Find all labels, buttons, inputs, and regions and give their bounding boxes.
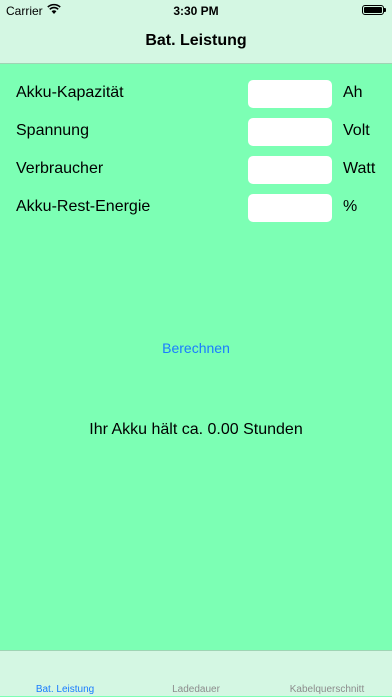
- tab-label: Kabelquerschnitt: [289, 684, 365, 695]
- capacity-row: Akku-Kapazität Ah: [16, 80, 382, 108]
- status-bar: Carrier 3:30 PM: [0, 0, 392, 20]
- voltage-label: Spannung: [16, 122, 89, 139]
- remaining-energy-label: Akku-Rest-Energie: [16, 198, 151, 215]
- voltage-row: Spannung Volt: [16, 118, 382, 146]
- tab-battery-performance[interactable]: Bat. Leistung: [0, 651, 130, 697]
- capacity-unit: Ah: [343, 84, 363, 101]
- remaining-energy-row: Akku-Rest-Energie %: [16, 194, 382, 222]
- voltage-unit: Volt: [343, 122, 370, 139]
- remaining-energy-input[interactable]: [248, 194, 332, 222]
- result-text: Ihr Akku hält ca. 0.00 Stunden: [89, 421, 303, 438]
- navigation-bar: Bat. Leistung: [0, 20, 392, 64]
- consumer-label: Verbraucher: [16, 160, 104, 177]
- remaining-energy-unit: %: [343, 198, 358, 215]
- battery-icon: [362, 5, 386, 15]
- tab-cable-cross-section[interactable]: Kabelquerschnitt: [262, 651, 392, 697]
- consumer-input[interactable]: [248, 156, 332, 184]
- tab-bar: Bat. Leistung Ladedauer Kabelquerschnitt: [0, 650, 392, 696]
- clock: 3:30 PM: [173, 4, 219, 18]
- consumer-row: Verbraucher Watt: [16, 156, 382, 184]
- calculate-button[interactable]: Berechnen: [0, 340, 392, 356]
- page-title: Bat. Leistung: [145, 32, 247, 49]
- tab-label: Ladedauer: [172, 684, 220, 695]
- consumer-unit: Watt: [343, 160, 376, 177]
- tab-label: Bat. Leistung: [35, 684, 95, 695]
- capacity-label: Akku-Kapazität: [16, 84, 124, 101]
- tab-charging-time[interactable]: Ladedauer: [131, 651, 261, 697]
- voltage-input[interactable]: [248, 118, 332, 146]
- capacity-input[interactable]: [248, 80, 332, 108]
